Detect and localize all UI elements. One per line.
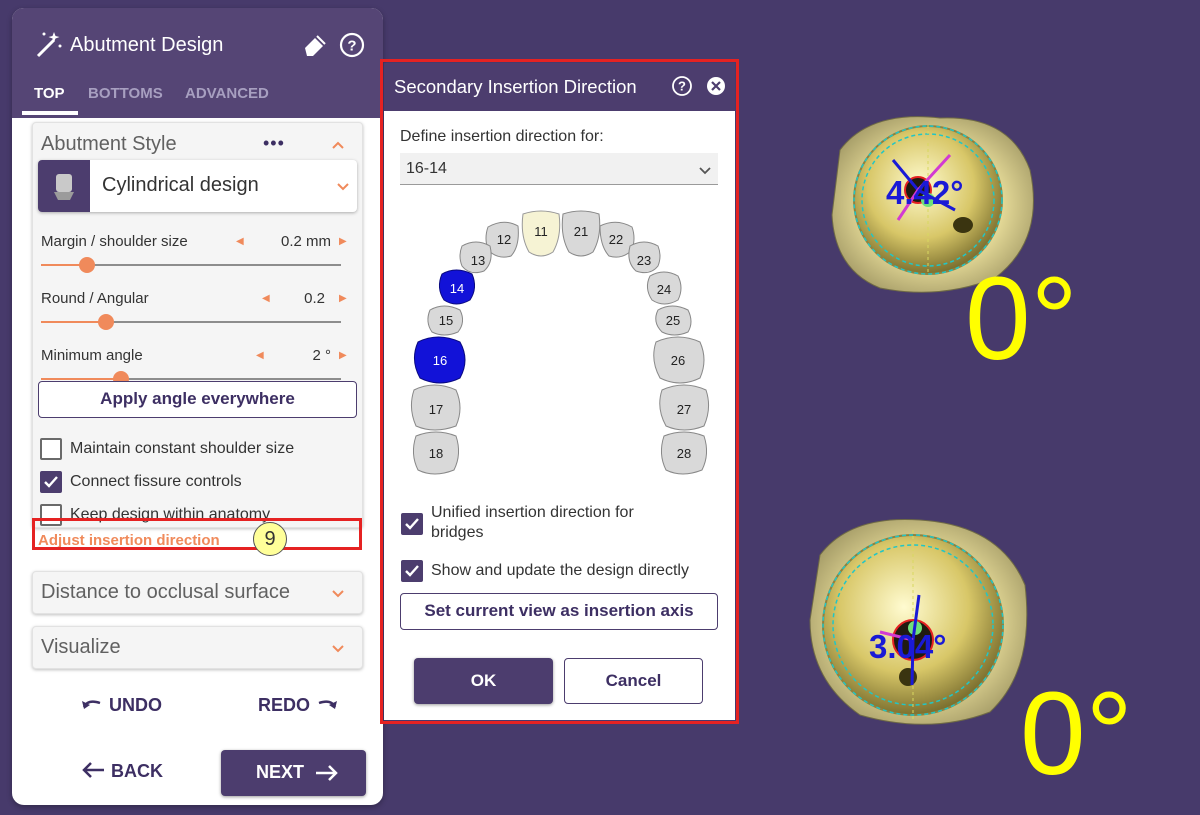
connect-fissure-checkbox[interactable]: [40, 471, 62, 493]
dialog-header: Secondary Insertion Direction ?: [384, 63, 735, 111]
tooth-label-13: 13: [471, 253, 485, 268]
chevron-down-icon: [332, 645, 344, 653]
top-angle-readout: 0°: [965, 253, 1078, 385]
maintain-shoulder-label: Maintain constant shoulder size: [70, 440, 295, 457]
define-direction-label: Define insertion direction for:: [400, 128, 604, 145]
tooth-label-21: 21: [574, 224, 588, 239]
tooth-label-23: 23: [637, 253, 651, 268]
cylinder-abutment-icon: [54, 174, 74, 200]
distance-section-title: Distance to occlusal surface: [41, 581, 291, 603]
redo-button[interactable]: REDO: [258, 695, 339, 716]
visualize-section-title: Visualize: [41, 636, 121, 658]
help-icon[interactable]: ?: [339, 32, 365, 58]
checkmark-icon: [405, 518, 419, 530]
unified-direction-checkbox[interactable]: [401, 513, 423, 535]
tooth-label-27: 27: [677, 402, 691, 417]
unified-direction-label: Unified insertion direction for bridges: [431, 504, 634, 541]
show-update-design-label: Show and update the design directly: [431, 562, 689, 579]
increase-arrow-icon[interactable]: ▶: [339, 293, 347, 304]
back-button[interactable]: BACK: [80, 761, 163, 782]
chevron-down-icon: [332, 590, 344, 598]
chevron-up-icon[interactable]: [331, 138, 345, 152]
slider-handle[interactable]: [98, 314, 114, 330]
svg-text:?: ?: [678, 79, 686, 94]
dialog-title: Secondary Insertion Direction: [394, 76, 637, 97]
tooth-label-11: 11: [534, 224, 548, 239]
arrow-right-icon: [316, 765, 338, 781]
increase-arrow-icon[interactable]: ▶: [339, 350, 347, 361]
apply-angle-everywhere-button[interactable]: Apply angle everywhere: [38, 381, 357, 418]
tab-advanced[interactable]: ADVANCED: [185, 85, 269, 102]
tooth-label-15: 15: [439, 313, 453, 328]
tooth-label-25: 25: [666, 313, 680, 328]
step-number-badge: 9: [253, 522, 287, 556]
tooth-label-14: 14: [450, 281, 464, 296]
tooth-label-24: 24: [657, 282, 671, 297]
redo-label: REDO: [258, 695, 311, 715]
round-angular-label: Round / Angular: [41, 290, 149, 307]
design-type-value: Cylindrical design: [102, 174, 259, 196]
tooth-group-select[interactable]: 16-14: [400, 153, 718, 185]
set-view-as-axis-button[interactable]: Set current view as insertion axis: [400, 593, 718, 630]
slider-handle[interactable]: [79, 257, 95, 273]
maintain-shoulder-checkbox[interactable]: [40, 438, 62, 460]
minimum-angle-value[interactable]: 2 °: [243, 347, 331, 369]
top-tilt-angle: 4.42°: [886, 174, 964, 211]
increase-arrow-icon[interactable]: ▶: [339, 236, 347, 247]
tooth-chart[interactable]: 11 12 13 14 15 16 17 18 21 22 23 24 25 2…: [406, 208, 716, 483]
connect-fissure-label: Connect fissure controls: [70, 473, 242, 490]
undo-label: UNDO: [109, 695, 163, 715]
tooth-label-12: 12: [497, 232, 511, 247]
tooth-label-17: 17: [429, 402, 443, 417]
distance-to-occlusal-section[interactable]: Distance to occlusal surface: [32, 571, 363, 614]
bottom-abutment-model[interactable]: [809, 518, 1028, 725]
undo-arrow-icon: [82, 700, 101, 709]
bottom-angle-readout: 0°: [1020, 668, 1133, 800]
panel-title: Abutment Design: [70, 34, 224, 56]
design-thumbnail: [38, 160, 90, 212]
abutment-style-section: Abutment Style ••• Cylindrical design Ma…: [32, 122, 363, 528]
tooth-label-26: 26: [671, 353, 685, 368]
tooth-group-value: 16-14: [406, 160, 447, 177]
slider-fill: [41, 378, 122, 380]
panel-header: Abutment Design ? TOP BOTTOMS ADVANCED: [12, 8, 383, 118]
margin-size-label: Margin / shoulder size: [41, 233, 188, 250]
step-highlight-frame: [32, 518, 362, 550]
magic-wand-icon: [36, 32, 62, 58]
arrow-left-icon: [82, 762, 104, 778]
tooth-label-28: 28: [677, 446, 691, 461]
tab-top[interactable]: TOP: [34, 85, 65, 102]
tab-bottoms[interactable]: BOTTOMS: [88, 85, 163, 102]
next-label: NEXT: [256, 762, 305, 782]
secondary-insertion-dialog: Secondary Insertion Direction ? Define i…: [384, 63, 735, 720]
tooth-label-16: 16: [433, 353, 447, 368]
minimum-angle-label: Minimum angle: [41, 347, 143, 364]
help-icon[interactable]: ?: [671, 75, 693, 97]
next-button[interactable]: NEXT: [221, 750, 366, 796]
tooth-label-18: 18: [429, 446, 443, 461]
round-angular-value[interactable]: 0.2: [237, 290, 325, 312]
active-tab-indicator: [22, 111, 78, 115]
cancel-button[interactable]: Cancel: [564, 658, 703, 704]
abutment-style-title: Abutment Style: [41, 133, 177, 155]
design-type-select[interactable]: Cylindrical design: [38, 160, 357, 212]
more-options-icon[interactable]: •••: [263, 133, 285, 154]
chevron-down-icon: [699, 167, 711, 175]
close-icon[interactable]: [706, 76, 726, 96]
show-update-design-checkbox[interactable]: [401, 560, 423, 582]
back-label: BACK: [111, 761, 164, 781]
abutment-design-panel: Abutment Design ? TOP BOTTOMS ADVANCED A…: [12, 8, 383, 805]
redo-arrow-icon: [318, 700, 338, 709]
chevron-down-icon: [337, 183, 349, 191]
svg-text:?: ?: [347, 38, 356, 55]
checkmark-icon: [405, 565, 419, 577]
undo-button[interactable]: UNDO: [80, 695, 162, 716]
bottom-tilt-angle: 3.04°: [869, 628, 947, 665]
tooth-label-22: 22: [609, 232, 623, 247]
ok-button[interactable]: OK: [414, 658, 553, 704]
eraser-icon[interactable]: [301, 32, 327, 58]
visualize-section[interactable]: Visualize: [32, 626, 363, 669]
margin-size-value[interactable]: 0.2 mm: [243, 233, 331, 255]
checkmark-icon: [44, 476, 58, 488]
